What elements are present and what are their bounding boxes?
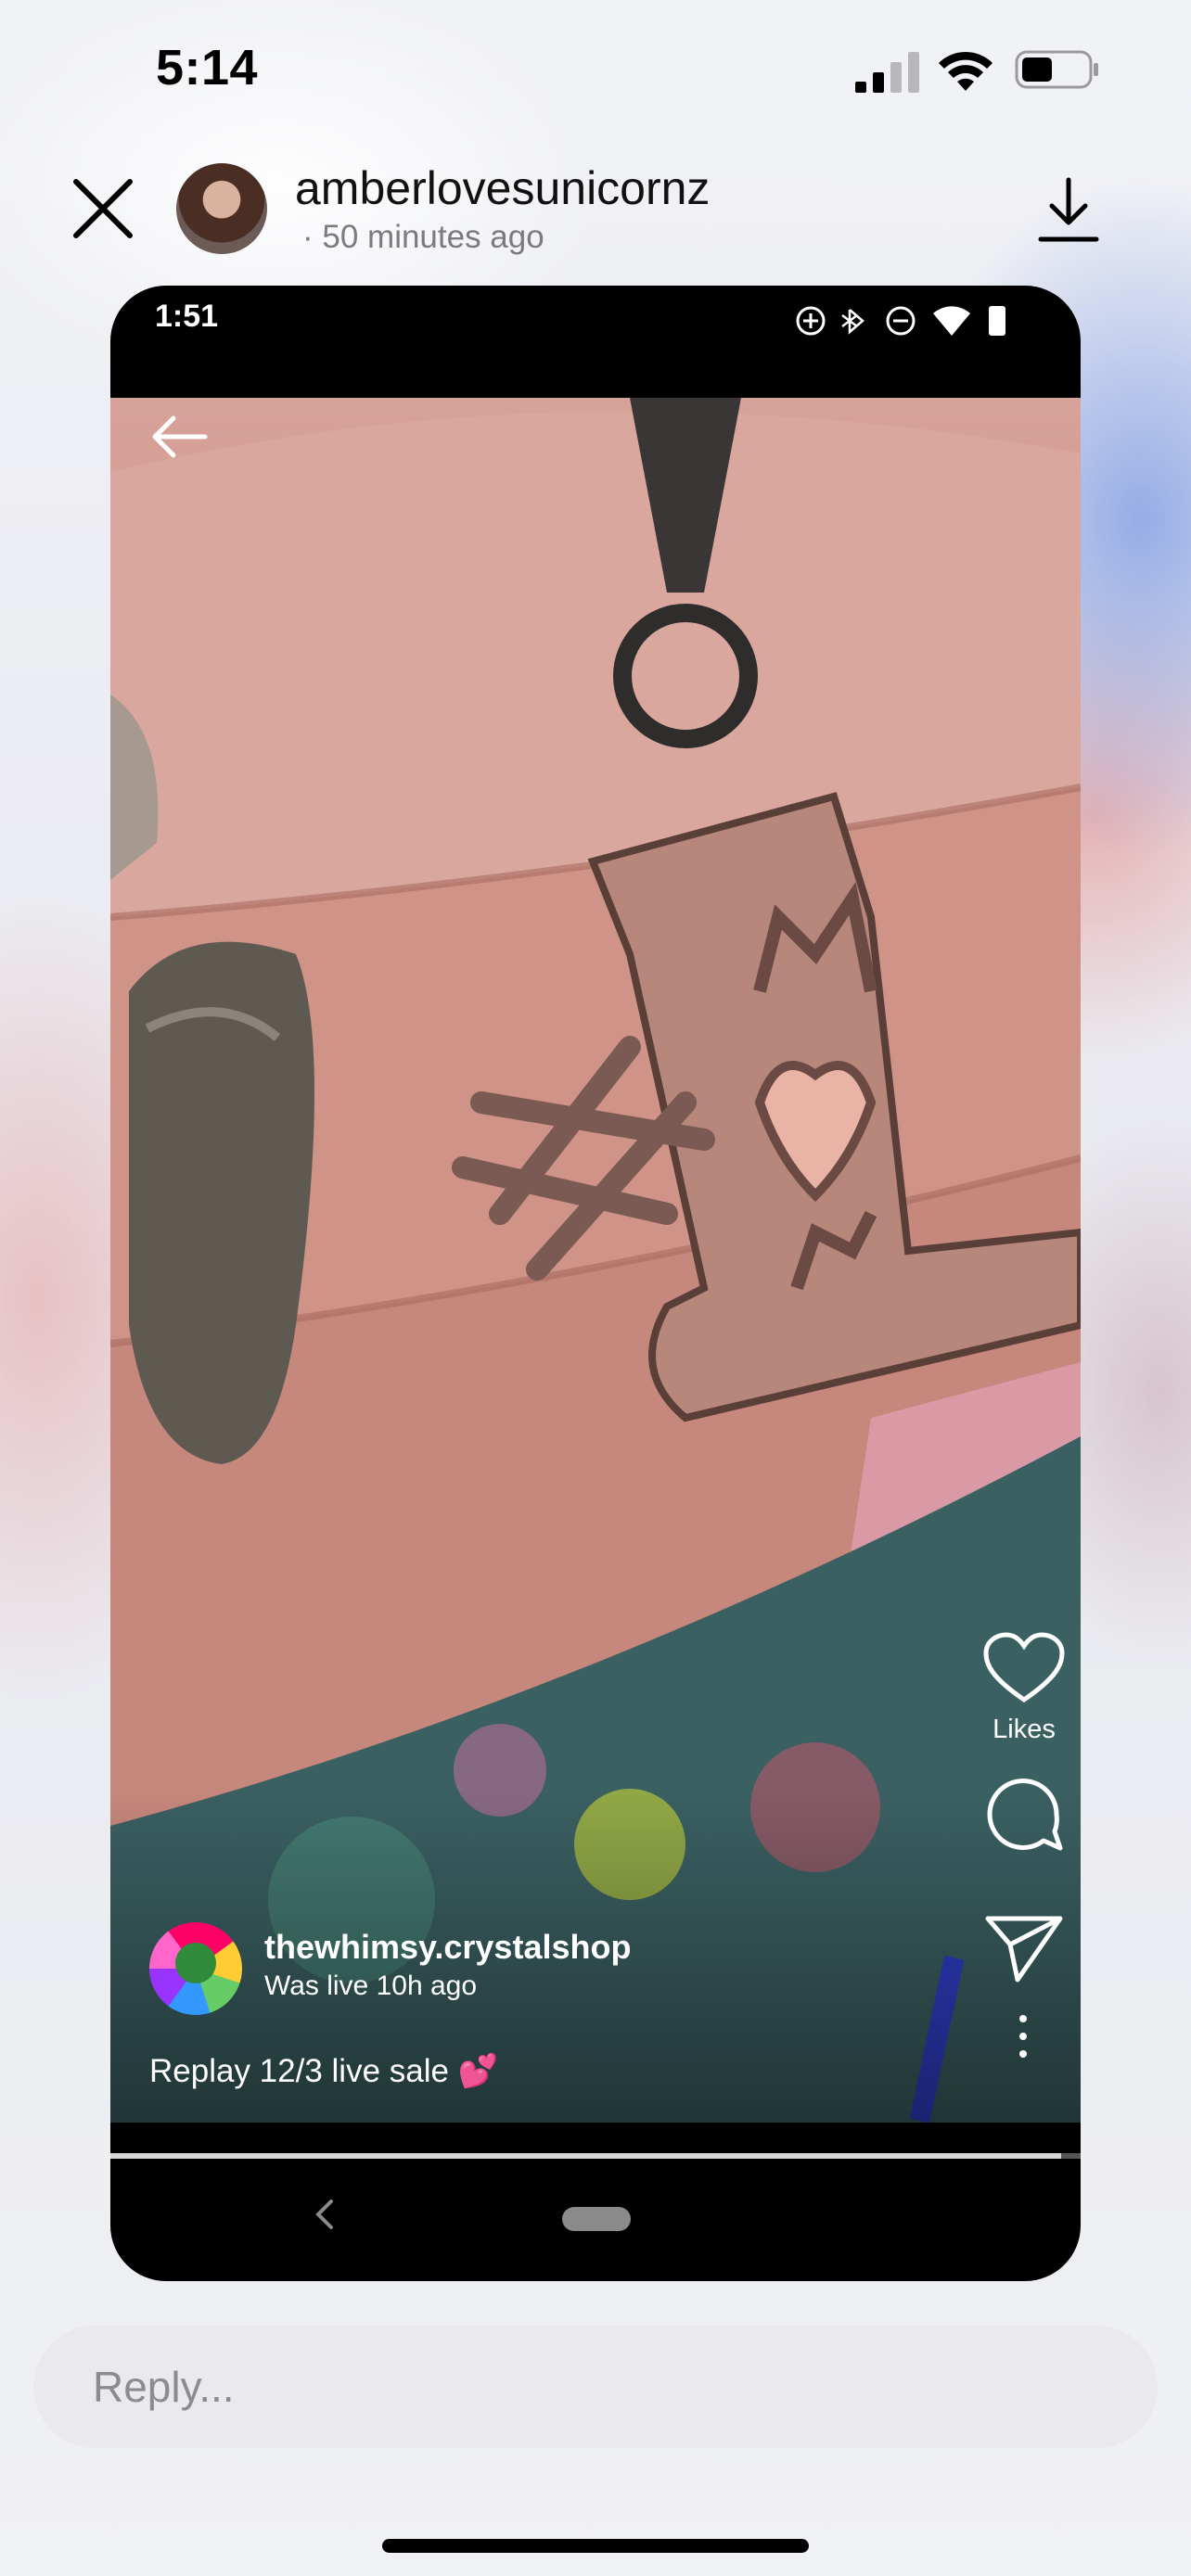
avatar[interactable] [176,163,267,254]
battery-icon [1015,50,1098,89]
shop-live-status: Was live 10h ago [264,1970,478,2001]
video-progress-bar[interactable] [110,2153,1081,2159]
status-time: 5:14 [156,40,259,96]
wifi-icon [939,51,992,91]
android-back-icon[interactable] [311,2196,339,2233]
reply-input[interactable] [33,2326,1158,2448]
heart-icon[interactable] [982,1631,1066,1705]
shop-name[interactable]: thewhimsy.crystalshop [264,1928,631,1967]
android-home-pill[interactable] [562,2207,631,2231]
live-replay-video[interactable]: Likes thewhimsy.crystalshop Was live 10h… [110,398,1081,2123]
home-indicator [382,2539,809,2553]
comment-icon[interactable] [982,1774,1066,1857]
signal-icon [855,52,919,93]
device-status-icons [796,306,1005,336]
back-arrow-icon[interactable] [147,409,212,465]
download-icon[interactable] [1037,176,1100,245]
story-username[interactable]: amberlovesunicornz [295,161,710,215]
more-icon[interactable] [1012,2013,1034,2060]
shop-avatar[interactable] [149,1922,242,2015]
device-time: 1:51 [155,299,219,334]
shared-screenshot: 1:51 Likes thewhimsy.crystalshop Was liv… [110,286,1081,2281]
send-icon[interactable] [982,1911,1066,1985]
likes-label: Likes [992,1715,1056,1744]
video-caption: Replay 12/3 live sale 💕 [149,2053,499,2089]
close-icon[interactable] [70,176,135,241]
story-time-ago: · 50 minutes ago [302,219,544,255]
video-frame-image [110,398,1081,2123]
video-progress-fill [110,2153,1062,2159]
